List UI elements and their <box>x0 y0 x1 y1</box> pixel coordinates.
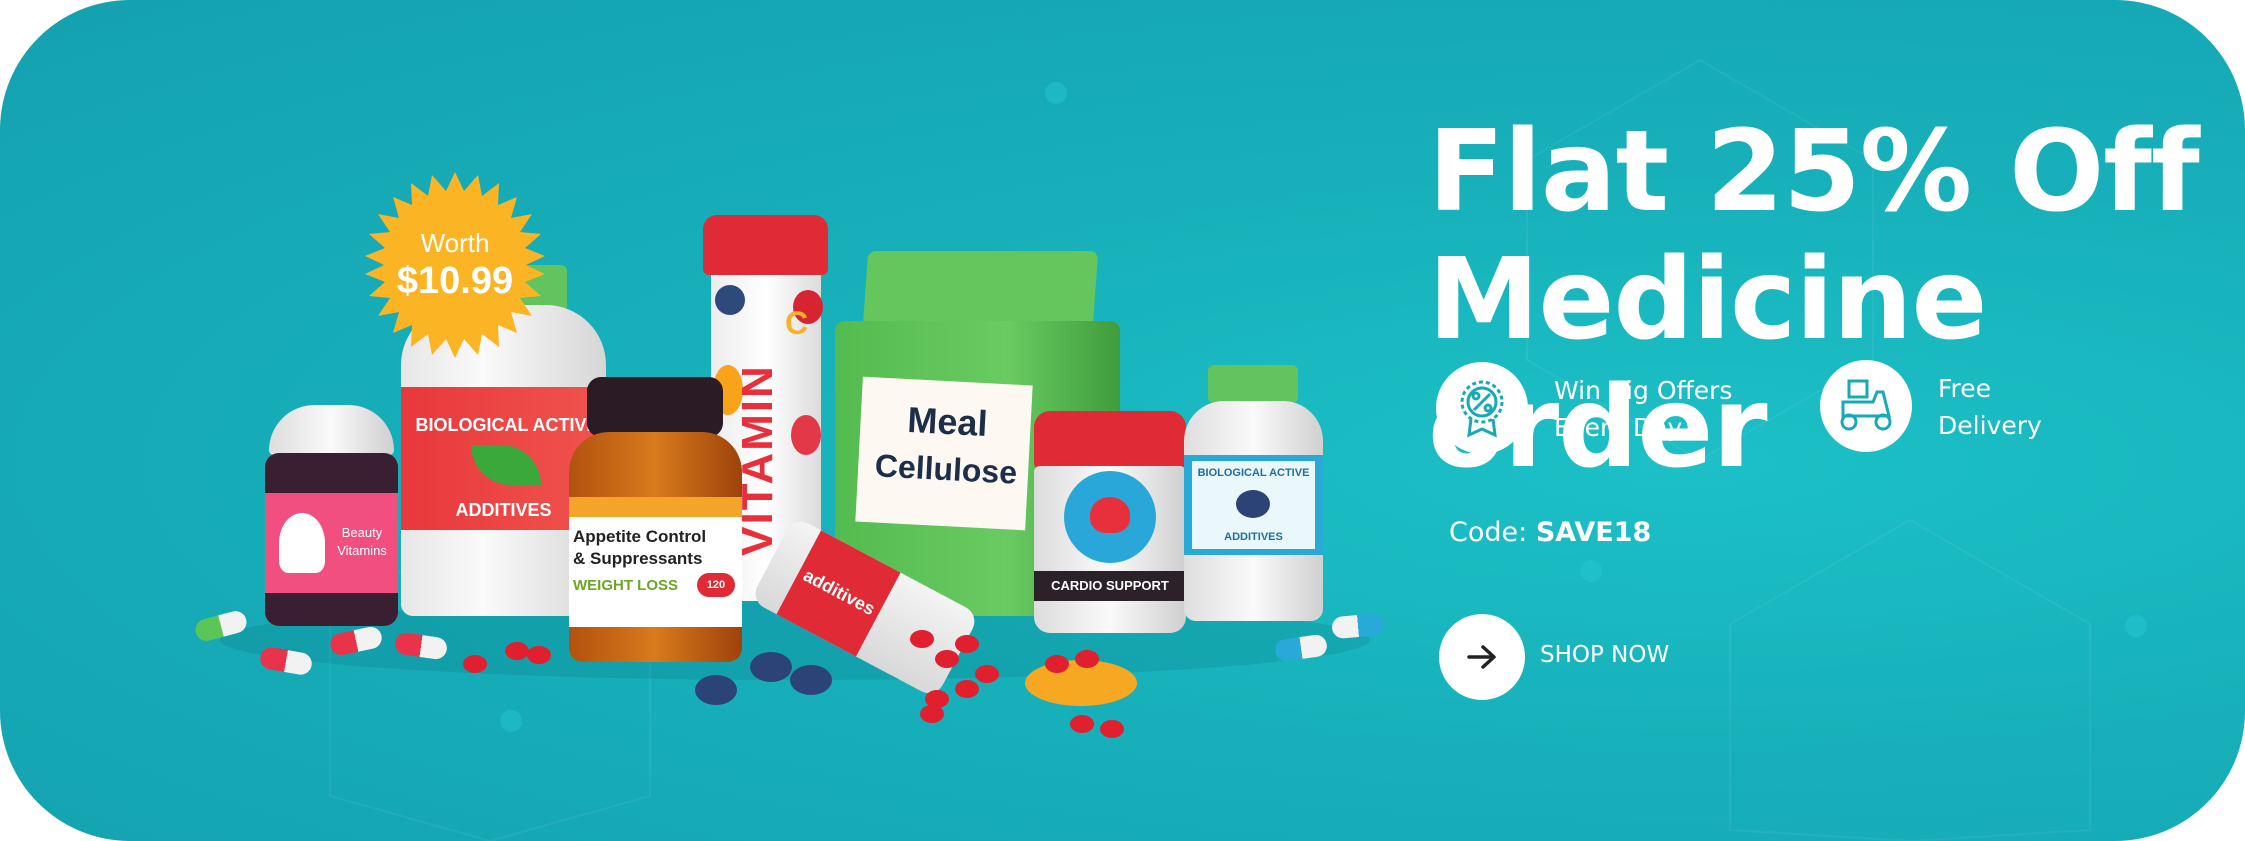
tablet <box>527 646 551 664</box>
tablet <box>910 630 934 648</box>
feature-text: Every Day <box>1554 413 1683 442</box>
small-biological-bottle: BIOLOGICAL ACTIVE ADDITIVES <box>1184 365 1323 621</box>
feature-delivery: Free Delivery <box>1938 370 2042 444</box>
label-text: Appetite Control <box>573 527 707 546</box>
tablet-count: 120 <box>697 573 735 597</box>
worth-price-badge: Worth $10.99 <box>362 172 548 358</box>
delivery-scooter-icon <box>1820 360 1912 452</box>
label-text: WEIGHT LOSS <box>573 577 678 594</box>
title-line: Flat 25% Off <box>1428 107 2200 237</box>
shop-now-button[interactable] <box>1439 614 1525 700</box>
label-text: ADDITIVES <box>1224 531 1283 543</box>
feature-offers: Win Big Offers Every Day <box>1554 372 1732 446</box>
beauty-vitamins-jar: Beauty Vitamins <box>265 405 398 626</box>
badge-price: $10.99 <box>396 260 514 302</box>
berry <box>750 652 792 682</box>
code-label: Code: <box>1449 517 1528 548</box>
label-text: Meal <box>906 398 989 445</box>
tablet <box>1070 715 1094 733</box>
tablet <box>975 665 999 683</box>
arrow-right-icon <box>1467 645 1496 669</box>
promo-banner: BIOLOGICAL ACTIVE ADDITIVES Worth $10.99… <box>0 0 2245 841</box>
tablet <box>935 650 959 668</box>
discount-badge-icon <box>1436 362 1528 454</box>
label-text: CARDIO SUPPORT <box>1034 571 1186 601</box>
shop-now-link[interactable]: SHOP NOW <box>1540 642 1669 668</box>
tablet <box>1045 655 1069 673</box>
tablet <box>920 705 944 723</box>
label-text: C <box>785 305 809 341</box>
tablet <box>955 635 979 653</box>
tablet <box>1100 720 1124 738</box>
label-text: Vitamins <box>337 543 387 558</box>
capsule <box>1331 612 1385 640</box>
bg-node <box>1580 560 1602 582</box>
cardio-support-jar: CARDIO SUPPORT <box>1034 411 1186 633</box>
bg-hexagon <box>1729 518 2091 841</box>
feature-text: Free <box>1938 374 1992 403</box>
label-text: & Suppressants <box>573 549 703 568</box>
label-text: Beauty <box>341 525 383 540</box>
berry <box>695 675 737 705</box>
products-illustration: BIOLOGICAL ACTIVE ADDITIVES Worth $10.99… <box>0 0 1400 841</box>
tablet <box>505 642 529 660</box>
code-value: SAVE18 <box>1535 517 1652 548</box>
appetite-control-bottle: Appetite Control & Suppressants WEIGHT L… <box>569 377 742 662</box>
bg-node <box>2125 615 2147 637</box>
tablet <box>1075 650 1099 668</box>
title-line: Medicine order <box>1428 235 1987 493</box>
feature-text: Win Big Offers <box>1554 376 1733 405</box>
tablet <box>955 680 979 698</box>
badge-text: Worth <box>420 228 490 258</box>
tablet <box>463 655 487 673</box>
berry <box>790 665 832 695</box>
feature-text: Delivery <box>1938 411 2042 440</box>
promo-code: Code: SAVE18 <box>1449 517 1651 548</box>
label-text: BIOLOGICAL ACTIVE <box>1197 467 1310 479</box>
